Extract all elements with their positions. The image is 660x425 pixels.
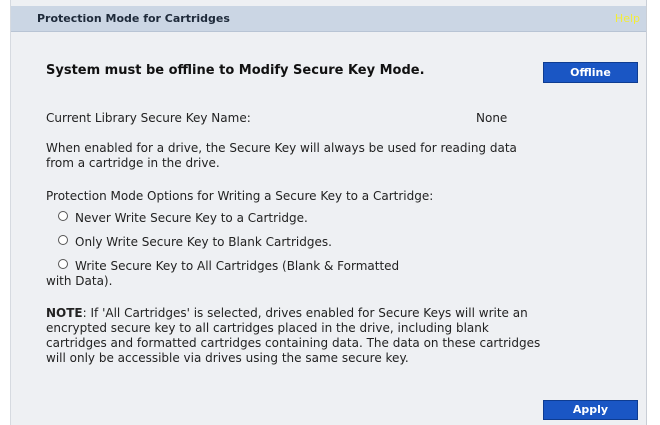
note-text: NOTE: If 'All Cartridges' is selected, d…: [46, 306, 551, 366]
offline-button[interactable]: Offline: [543, 62, 638, 83]
option-label: Only Write Secure Key to Blank Cartridge…: [75, 235, 332, 249]
protection-options-heading: Protection Mode Options for Writing a Se…: [46, 189, 434, 203]
panel-header: Protection Mode for Cartridges Help: [11, 6, 646, 32]
help-link[interactable]: Help: [615, 12, 640, 25]
apply-button[interactable]: Apply: [543, 400, 638, 420]
secure-key-name-label: Current Library Secure Key Name:: [46, 111, 251, 125]
option-blank-only[interactable]: Only Write Secure Key to Blank Cartridge…: [58, 235, 332, 249]
radio-button[interactable]: [58, 211, 68, 221]
note-body: : If 'All Cartridges' is selected, drive…: [46, 306, 541, 365]
radio-button[interactable]: [58, 259, 68, 269]
option-label-continuation: with Data).: [46, 274, 113, 288]
offline-message: System must be offline to Modify Secure …: [46, 63, 425, 78]
protection-mode-panel: Protection Mode for Cartridges Help Syst…: [10, 0, 647, 425]
left-margin: [0, 0, 10, 425]
option-label: Never Write Secure Key to a Cartridge.: [75, 211, 308, 225]
radio-button[interactable]: [58, 235, 68, 245]
option-never-write[interactable]: Never Write Secure Key to a Cartridge.: [58, 211, 308, 225]
secure-key-name-value: None: [476, 111, 508, 125]
right-margin: [647, 0, 660, 425]
panel-title: Protection Mode for Cartridges: [37, 12, 230, 25]
option-label: Write Secure Key to All Cartridges (Blan…: [75, 259, 400, 273]
note-prefix: NOTE: [46, 306, 83, 320]
option-all-cartridges[interactable]: Write Secure Key to All Cartridges (Blan…: [58, 259, 458, 273]
secure-key-description: When enabled for a drive, the Secure Key…: [46, 141, 517, 170]
